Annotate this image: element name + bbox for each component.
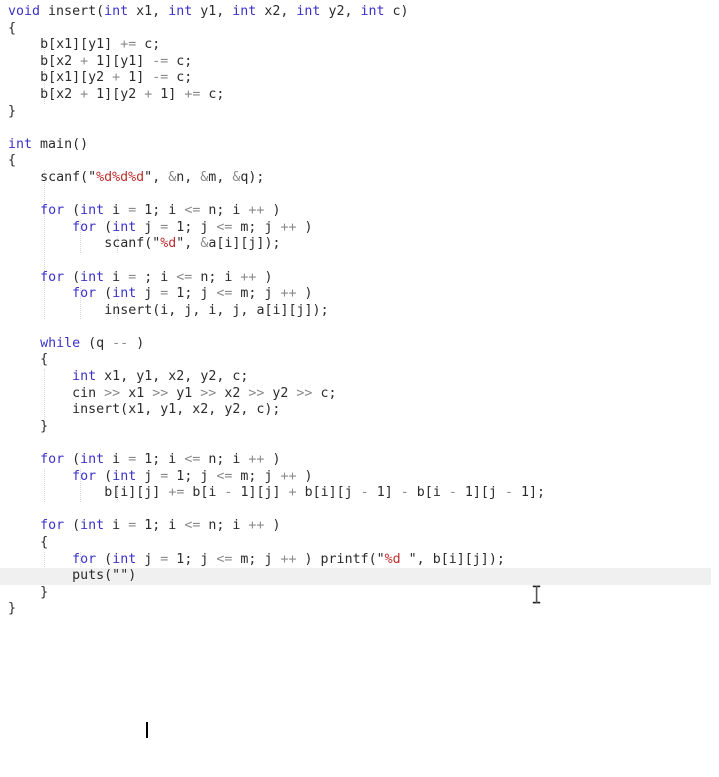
- code-line[interactable]: for (int i = 1; i <= n; i ++ ): [0, 452, 719, 469]
- code-line[interactable]: {: [0, 352, 719, 369]
- code-line[interactable]: b[x2 + 1][y1] -= c;: [0, 54, 719, 71]
- code-line[interactable]: [0, 120, 719, 137]
- code-line[interactable]: puts(""): [0, 568, 711, 585]
- code-line[interactable]: for (int j = 1; j <= m; j ++ ): [0, 286, 719, 303]
- code-line[interactable]: }: [0, 601, 719, 618]
- code-line[interactable]: b[x2 + 1][y2 + 1] += c;: [0, 87, 719, 104]
- code-line[interactable]: for (int j = 1; j <= m; j ++ ) printf("%…: [0, 552, 719, 569]
- code-line[interactable]: }: [0, 585, 719, 602]
- code-line[interactable]: insert(x1, y1, x2, y2, c);: [0, 402, 719, 419]
- code-line[interactable]: cin >> x1 >> y1 >> x2 >> y2 >> c;: [0, 386, 719, 403]
- code-line[interactable]: b[x1][y1] += c;: [0, 37, 719, 54]
- code-line[interactable]: for (int i = 1; i <= n; i ++ ): [0, 203, 719, 220]
- text-caret: [146, 722, 148, 738]
- code-line[interactable]: int main(): [0, 137, 719, 154]
- code-line[interactable]: }: [0, 104, 719, 121]
- code-line[interactable]: scanf("%d%d%d", &n, &m, &q);: [0, 170, 719, 187]
- code-line[interactable]: b[x1][y2 + 1] -= c;: [0, 70, 719, 87]
- code-line[interactable]: int x1, y1, x2, y2, c;: [0, 369, 719, 386]
- code-line[interactable]: for (int i = 1; i <= n; i ++ ): [0, 518, 719, 535]
- code-line[interactable]: [0, 187, 719, 204]
- code-line[interactable]: [0, 502, 719, 519]
- code-line[interactable]: [0, 319, 719, 336]
- code-content[interactable]: void insert(int x1, int y1, int x2, int …: [0, 4, 719, 618]
- code-editor[interactable]: void insert(int x1, int y1, int x2, int …: [0, 0, 719, 777]
- code-line[interactable]: void insert(int x1, int y1, int x2, int …: [0, 4, 719, 21]
- code-line[interactable]: }: [0, 419, 719, 436]
- code-line[interactable]: {: [0, 153, 719, 170]
- code-line[interactable]: scanf("%d", &a[i][j]);: [0, 236, 719, 253]
- code-line[interactable]: b[i][j] += b[i - 1][j] + b[i][j - 1] - b…: [0, 485, 719, 502]
- code-line[interactable]: for (int j = 1; j <= m; j ++ ): [0, 469, 719, 486]
- code-line[interactable]: [0, 435, 719, 452]
- code-line[interactable]: {: [0, 21, 719, 38]
- code-line[interactable]: insert(i, j, i, j, a[i][j]);: [0, 303, 719, 320]
- code-line[interactable]: for (int j = 1; j <= m; j ++ ): [0, 220, 719, 237]
- code-line[interactable]: {: [0, 535, 719, 552]
- code-line[interactable]: while (q -- ): [0, 336, 719, 353]
- code-line[interactable]: [0, 253, 719, 270]
- code-line[interactable]: for (int i = ; i <= n; i ++ ): [0, 270, 719, 287]
